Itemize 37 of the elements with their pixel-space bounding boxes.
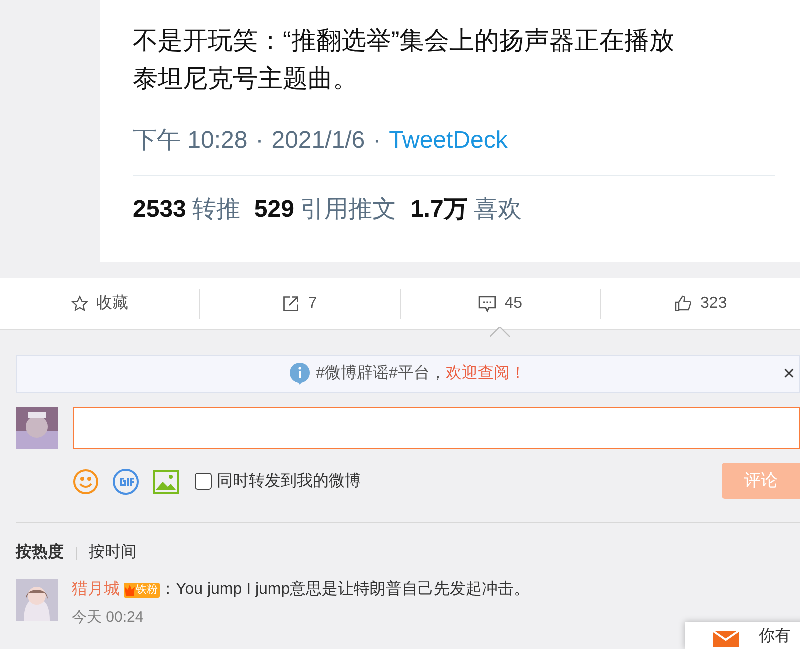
tweet-text: 不是开玩笑：“推翻选举”集会上的扬声器正在播放 <box>133 26 675 57</box>
commenter-avatar[interactable] <box>16 579 58 621</box>
tweet-text: 泰坦尼克号主题曲。 <box>133 64 358 95</box>
user-avatar <box>16 407 58 449</box>
comment-input[interactable] <box>73 407 800 449</box>
thumbs-up-icon <box>674 294 693 312</box>
forward-checkbox[interactable] <box>195 473 212 490</box>
stat-count: 2533 <box>133 195 186 225</box>
share-icon <box>282 294 300 312</box>
emoji-icon[interactable] <box>73 468 99 494</box>
separator-dot: · <box>256 126 264 156</box>
favorite-button[interactable]: 收藏 <box>62 288 137 320</box>
share-button[interactable]: 7 <box>274 288 326 320</box>
close-button[interactable]: × <box>783 364 795 384</box>
separator-dot: · <box>373 126 382 156</box>
info-icon <box>290 363 310 385</box>
stat-label: 引用推文 <box>300 195 396 225</box>
gif-icon[interactable] <box>113 468 139 494</box>
tweet-time: 下午 10:28 <box>133 126 248 156</box>
star-icon <box>70 294 89 312</box>
forward-label: 同时转发到我的微博 <box>217 472 361 492</box>
like-button[interactable]: 323 <box>666 288 736 320</box>
comment-text: ：You jump I jump意思是让特朗普自己先发起冲击。 <box>160 579 530 600</box>
popup-text: 你有 <box>759 628 791 646</box>
sort-tab[interactable]: 按热度 <box>16 541 64 565</box>
fan-badge: 铁粉 <box>124 582 160 598</box>
notice-text: #微博辟谣#平台， <box>316 364 446 384</box>
sort-tab[interactable]: 按时间 <box>89 541 137 565</box>
comment-time: 今天 00:24 <box>72 608 145 628</box>
stat-label: 转推 <box>192 195 240 225</box>
stat-label: 喜欢 <box>474 195 522 225</box>
comment-button[interactable]: 45 <box>470 288 531 320</box>
stat-count: 529 <box>254 195 294 225</box>
tweet-date: 2021/1/6 <box>272 126 366 156</box>
stat-count: 1.7万 <box>410 195 468 225</box>
image-icon[interactable] <box>153 470 179 494</box>
comment-icon <box>478 294 497 312</box>
